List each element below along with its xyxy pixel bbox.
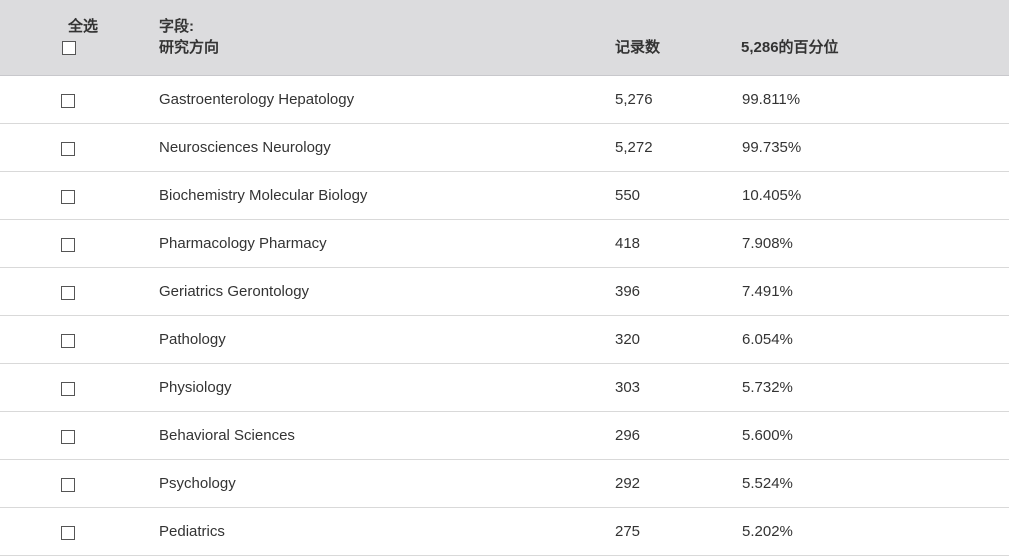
table-row: Psychology 292 5.524%: [0, 460, 1009, 508]
row-checkbox[interactable]: [61, 526, 75, 540]
percentage-header: 5,286的百分位: [741, 39, 839, 56]
row-checkbox[interactable]: [61, 334, 75, 348]
row-checkbox[interactable]: [61, 238, 75, 252]
record-count: 275: [615, 523, 641, 540]
percentage-value: 10.405%: [742, 187, 802, 204]
record-count: 320: [615, 331, 641, 348]
table-row: Pediatrics 275 5.202%: [0, 508, 1009, 556]
record-count: 296: [615, 427, 641, 444]
row-checkbox[interactable]: [61, 190, 75, 204]
research-area-name: Pediatrics: [159, 523, 225, 540]
row-checkbox[interactable]: [61, 478, 75, 492]
record-count: 396: [615, 283, 641, 300]
percentage-value: 5.600%: [742, 427, 793, 444]
research-area-name: Geriatrics Gerontology: [159, 283, 310, 300]
table-row: Pathology 320 6.054%: [0, 316, 1009, 364]
percentage-value: 5.732%: [742, 379, 793, 396]
record-count-header: 记录数: [615, 39, 661, 56]
row-checkbox[interactable]: [61, 286, 75, 300]
row-checkbox[interactable]: [61, 94, 75, 108]
record-count: 5,276: [615, 91, 653, 108]
percentage-value: 7.908%: [742, 235, 793, 252]
record-count: 5,272: [615, 139, 653, 156]
record-count: 418: [615, 235, 641, 252]
research-area-name: Gastroenterology Hepatology: [159, 91, 355, 108]
select-all-label: 全选: [68, 18, 99, 35]
table-row: Behavioral Sciences 296 5.600%: [0, 412, 1009, 460]
table-header: 全选 字段: 研究方向 记录数 5,286的百分位: [0, 0, 1009, 76]
research-area-name: Pathology: [159, 331, 226, 348]
percentage-value: 5.524%: [742, 475, 793, 492]
percentage-value: 99.811%: [742, 91, 801, 108]
field-name-header: 研究方向: [159, 39, 220, 56]
table-body: Gastroenterology Hepatology 5,276 99.811% N…: [0, 76, 1009, 556]
percentage-value: 7.491%: [742, 283, 793, 300]
row-checkbox[interactable]: [61, 430, 75, 444]
record-count: 292: [615, 475, 641, 492]
record-count: 303: [615, 379, 641, 396]
research-area-name: Behavioral Sciences: [159, 427, 295, 444]
research-area-name: Biochemistry Molecular Biology: [159, 187, 368, 204]
row-checkbox[interactable]: [61, 382, 75, 396]
research-area-name: Neurosciences Neurology: [159, 139, 331, 156]
percentage-value: 5.202%: [742, 523, 793, 540]
row-checkbox[interactable]: [61, 142, 75, 156]
select-all-checkbox[interactable]: [62, 41, 76, 55]
percentage-value: 6.054%: [742, 331, 793, 348]
percentage-value: 99.735%: [742, 139, 802, 156]
table-row: Biochemistry Molecular Biology 550 10.405%: [0, 172, 1009, 220]
field-label: 字段:: [159, 18, 194, 35]
research-area-name: Physiology: [159, 379, 232, 396]
results-table: 全选 字段: 研究方向 记录数 5,286的百分位 Gastroenterolo…: [0, 0, 1009, 556]
table-row: Gastroenterology Hepatology 5,276 99.811%: [0, 76, 1009, 124]
table-row: Pharmacology Pharmacy 418 7.908%: [0, 220, 1009, 268]
table-row: Physiology 303 5.732%: [0, 364, 1009, 412]
record-count: 550: [615, 187, 641, 204]
table-row: Geriatrics Gerontology 396 7.491%: [0, 268, 1009, 316]
research-area-name: Pharmacology Pharmacy: [159, 235, 327, 252]
research-area-name: Psychology: [159, 475, 236, 492]
table-row: Neurosciences Neurology 5,272 99.735%: [0, 124, 1009, 172]
